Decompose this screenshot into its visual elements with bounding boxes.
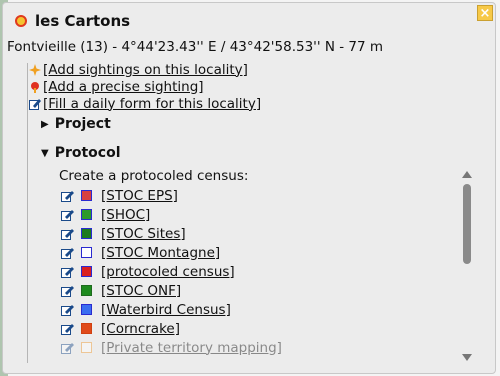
edit-icon[interactable] [61,228,75,240]
edit-icon[interactable] [61,247,75,259]
edit-icon[interactable] [61,323,75,335]
census-color-square [81,304,92,315]
census-item[interactable]: [STOC EPS] [61,186,451,205]
census-item[interactable]: [protocoled census] [61,262,451,281]
census-link[interactable]: [SHOC] [101,207,150,223]
locality-coordinates: Fontvieille (13) - 4°44'23.43'' E / 43°4… [7,39,384,55]
census-color-square [81,209,92,220]
census-color-square [81,228,92,239]
census-item[interactable]: [SHOC] [61,205,451,224]
census-link[interactable]: [Private territory mapping] [101,340,282,356]
scroll-thumb[interactable] [463,184,471,264]
census-color-square [81,323,92,334]
project-section-toggle[interactable]: ▶ Project [41,116,111,132]
protocol-section-toggle[interactable]: ▼ Protocol [41,145,121,161]
census-color-square [81,190,92,201]
census-link[interactable]: [STOC EPS] [101,188,178,204]
pin-plus-icon [29,81,41,93]
census-link[interactable]: [STOC Sites] [101,226,186,242]
census-prompt: Create a protocoled census: [59,168,249,184]
census-scrollbar[interactable] [460,168,474,364]
edit-icon [29,98,41,110]
popup-header: les Cartons [15,12,130,30]
census-color-square [81,285,92,296]
edit-icon[interactable] [61,304,75,316]
triangle-right-icon: ▶ [41,118,49,130]
census-item[interactable]: [Private territory mapping] [61,338,451,357]
close-button[interactable]: × [477,5,493,21]
edit-icon[interactable] [61,190,75,202]
triangle-down-icon: ▼ [41,147,49,159]
census-item[interactable]: [STOC Sites] [61,224,451,243]
edit-icon[interactable] [61,266,75,278]
protocol-section-label: Protocol [54,145,121,161]
action-add-sightings[interactable]: [Add sightings on this locality] [29,61,261,78]
edit-icon[interactable] [61,342,75,354]
census-item[interactable]: [Corncrake] [61,319,451,338]
tree-guide-line [27,63,28,363]
census-link[interactable]: [STOC ONF] [101,283,181,299]
star-plus-icon [29,63,41,76]
census-link[interactable]: [Corncrake] [101,321,180,337]
add-sightings-link[interactable]: [Add sightings on this locality] [43,62,248,78]
scroll-up-arrow-icon[interactable] [462,171,472,178]
popup-title: les Cartons [35,12,131,30]
census-link[interactable]: [protocoled census] [101,264,235,280]
census-item[interactable]: [STOC Montagne] [61,243,451,262]
action-add-precise[interactable]: [Add a precise sighting] [29,78,261,95]
census-link[interactable]: [Waterbird Census] [101,302,231,318]
edit-icon[interactable] [61,285,75,297]
census-color-square [81,247,92,258]
locality-popup: × les Cartons Fontvieille (13) - 4°44'23… [2,2,496,374]
census-color-square [81,266,92,277]
locality-actions: [Add sightings on this locality] [Add a … [27,61,261,363]
action-daily-form[interactable]: [Fill a daily form for this locality] [29,95,261,112]
census-list: [STOC EPS] [SHOC] [STOC Sites] [STOC Mon… [61,186,451,364]
daily-form-link[interactable]: [Fill a daily form for this locality] [43,96,261,112]
edit-icon[interactable] [61,209,75,221]
add-precise-sighting-link[interactable]: [Add a precise sighting] [43,79,204,95]
scroll-down-arrow-icon[interactable] [462,354,472,361]
census-item[interactable]: [STOC ONF] [61,281,451,300]
census-color-square [81,342,92,353]
census-item[interactable]: [Waterbird Census] [61,300,451,319]
project-section-label: Project [54,116,111,132]
census-link[interactable]: [STOC Montagne] [101,245,220,261]
locality-marker-icon [15,15,27,27]
